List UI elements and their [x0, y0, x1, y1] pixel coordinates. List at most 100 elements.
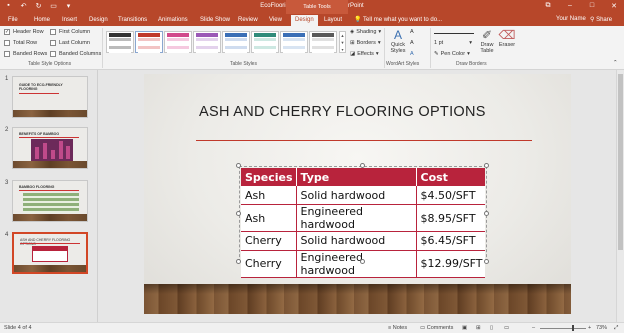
pen-weight-select[interactable]: 1 pt ▾	[434, 40, 472, 46]
table-cell[interactable]: Engineered hardwood	[295, 250, 416, 278]
comments-button[interactable]: ▭ Comments	[420, 325, 453, 331]
ribbon-display-icon[interactable]: ⧉	[544, 2, 552, 10]
pen-color-button[interactable]: ✎ Pen Color ▾	[434, 51, 470, 57]
close-icon[interactable]: ✕	[610, 2, 618, 10]
table-style-swatch[interactable]	[280, 31, 308, 53]
table-cell[interactable]: Cherry	[241, 231, 296, 251]
table-cell[interactable]: Solid hardwood	[295, 186, 416, 205]
table-style-swatch[interactable]	[309, 31, 337, 53]
table-cell[interactable]: Ash	[241, 186, 296, 205]
thumbnail-title: BAMBOO FLOORING	[19, 185, 55, 189]
notes-button[interactable]: ≡ Notes	[388, 325, 407, 331]
table-style-swatch[interactable]	[193, 31, 221, 53]
scrollbar-thumb[interactable]	[618, 74, 623, 250]
text-fill-button[interactable]: A	[410, 29, 414, 35]
tab-review[interactable]: Review	[238, 16, 258, 25]
resize-handle[interactable]	[484, 211, 489, 216]
tab-table-design[interactable]: Design	[291, 15, 318, 26]
user-name[interactable]: Your Name	[556, 16, 586, 22]
table-cell[interactable]: $6.45/SFT	[415, 231, 485, 251]
resize-handle[interactable]	[484, 163, 489, 168]
slide-thumbnail-2[interactable]: BENEFITS OF BAMBOO	[12, 127, 88, 169]
tab-view[interactable]: View	[269, 16, 282, 25]
fit-slide-icon[interactable]: ⤢	[614, 325, 618, 332]
table-style-swatch[interactable]	[106, 31, 134, 53]
header-type[interactable]: Type	[295, 168, 416, 186]
tab-animations[interactable]: Animations	[158, 16, 188, 25]
chevron-down-icon: ▾	[469, 40, 472, 46]
table-cell[interactable]: Engineered hardwood	[295, 204, 416, 232]
ribbon: ✓ Header Row First Column Total Row Last …	[0, 26, 624, 70]
normal-view-icon[interactable]: ▣	[462, 325, 467, 331]
quick-styles-button[interactable]: A Quick Styles	[388, 28, 408, 54]
effects-button[interactable]: ◪ Effects ▾	[350, 51, 379, 57]
slide-number: 2	[5, 127, 9, 133]
header-row-checkbox[interactable]: ✓ Header Row	[4, 29, 44, 35]
header-cost[interactable]: Cost	[415, 168, 485, 186]
draw-table-button[interactable]: ✐ Draw Table	[477, 28, 497, 54]
borders-button[interactable]: ⊞ Borders ▾	[350, 40, 381, 46]
resize-handle[interactable]	[236, 163, 241, 168]
resize-handle[interactable]	[236, 259, 241, 264]
table-style-swatch[interactable]	[135, 31, 163, 53]
slide-title[interactable]: ASH AND CHERRY FLOORING OPTIONS	[199, 104, 486, 120]
checkbox	[50, 40, 56, 46]
text-effects-button[interactable]: A	[410, 51, 414, 57]
reading-view-icon[interactable]: ▯	[490, 325, 493, 331]
last-column-checkbox[interactable]: Last Column	[50, 40, 90, 46]
table-style-swatch[interactable]	[164, 31, 192, 53]
header-species[interactable]: Species	[241, 168, 296, 186]
table-cell[interactable]: $4.50/SFT	[415, 186, 485, 205]
first-column-checkbox[interactable]: First Column	[50, 29, 90, 35]
slide-thumbnail-1[interactable]: GUIDE TO ECO-FRIENDLY FLOORING	[12, 76, 88, 118]
table-cell[interactable]: Ash	[241, 204, 296, 232]
slide-thumbnail-4[interactable]: ASH AND CHERRY FLOORING OPTIONS	[12, 232, 88, 274]
table-header-row: Species Type Cost	[241, 168, 485, 186]
tab-transitions[interactable]: Transitions	[118, 16, 147, 25]
tab-design[interactable]: Design	[89, 16, 108, 25]
gallery-scroll[interactable]: ▲ ▼ ▾	[339, 31, 346, 53]
tab-file[interactable]: File	[8, 16, 18, 25]
zoom-slider-thumb[interactable]	[572, 325, 574, 331]
draw-borders-label: Draw Borders	[456, 61, 487, 67]
table-style-swatch[interactable]	[222, 31, 250, 53]
tab-slide-show[interactable]: Slide Show	[200, 16, 230, 25]
zoom-out-icon[interactable]: –	[532, 325, 535, 331]
tab-home[interactable]: Home	[34, 16, 50, 25]
table-style-swatch[interactable]	[251, 31, 279, 53]
banded-columns-checkbox[interactable]: Banded Columns	[50, 51, 101, 57]
shading-button[interactable]: ◈ Shading ▾	[350, 29, 381, 35]
resize-handle[interactable]	[236, 211, 241, 216]
resize-handle[interactable]	[360, 163, 365, 168]
tab-insert[interactable]: Insert	[62, 16, 77, 25]
slide-sorter-icon[interactable]: ⊞	[476, 325, 481, 331]
zoom-slider[interactable]	[540, 328, 586, 329]
minimize-icon[interactable]: –	[566, 2, 574, 10]
paint-bucket-icon: ◈	[350, 29, 355, 35]
zoom-in-icon[interactable]: +	[588, 325, 591, 331]
tell-me-box[interactable]: 💡 Tell me what you want to do...	[354, 16, 442, 23]
table-cell[interactable]: Solid hardwood	[295, 231, 416, 251]
collapse-ribbon-icon[interactable]: ⌃	[613, 60, 618, 66]
table-cell[interactable]: Cherry	[241, 250, 296, 278]
pen-style-line[interactable]	[434, 33, 474, 34]
resize-handle[interactable]	[360, 259, 365, 264]
wordart-styles-label: WordArt Styles	[386, 61, 420, 67]
text-outline-button[interactable]: A	[410, 40, 414, 46]
table-style-options-label: Table Style Options	[28, 61, 72, 67]
banded-rows-checkbox[interactable]: Banded Rows	[4, 51, 47, 57]
zoom-level[interactable]: 73%	[596, 325, 607, 331]
slide-thumbnail-3[interactable]: BAMBOO FLOORING	[12, 180, 88, 222]
table-cell[interactable]: $8.95/SFT	[415, 204, 485, 232]
slideshow-view-icon[interactable]: ▭	[504, 325, 509, 331]
table-cell[interactable]: $12.99/SFT	[415, 250, 485, 278]
flooring-table[interactable]: Species Type Cost Ash Solid hardwood $4.…	[241, 168, 485, 278]
vertical-scrollbar[interactable]	[616, 70, 624, 322]
maximize-icon[interactable]: □	[588, 2, 596, 10]
total-row-checkbox[interactable]: Total Row	[4, 40, 37, 46]
resize-handle[interactable]	[484, 259, 489, 264]
tab-table-layout[interactable]: Layout	[324, 16, 342, 25]
share-button[interactable]: ⚲ Share	[590, 16, 612, 23]
eraser-button[interactable]: ⌫ Eraser	[497, 28, 517, 48]
slide-canvas[interactable]: ASH AND CHERRY FLOORING OPTIONS Species …	[144, 74, 571, 314]
